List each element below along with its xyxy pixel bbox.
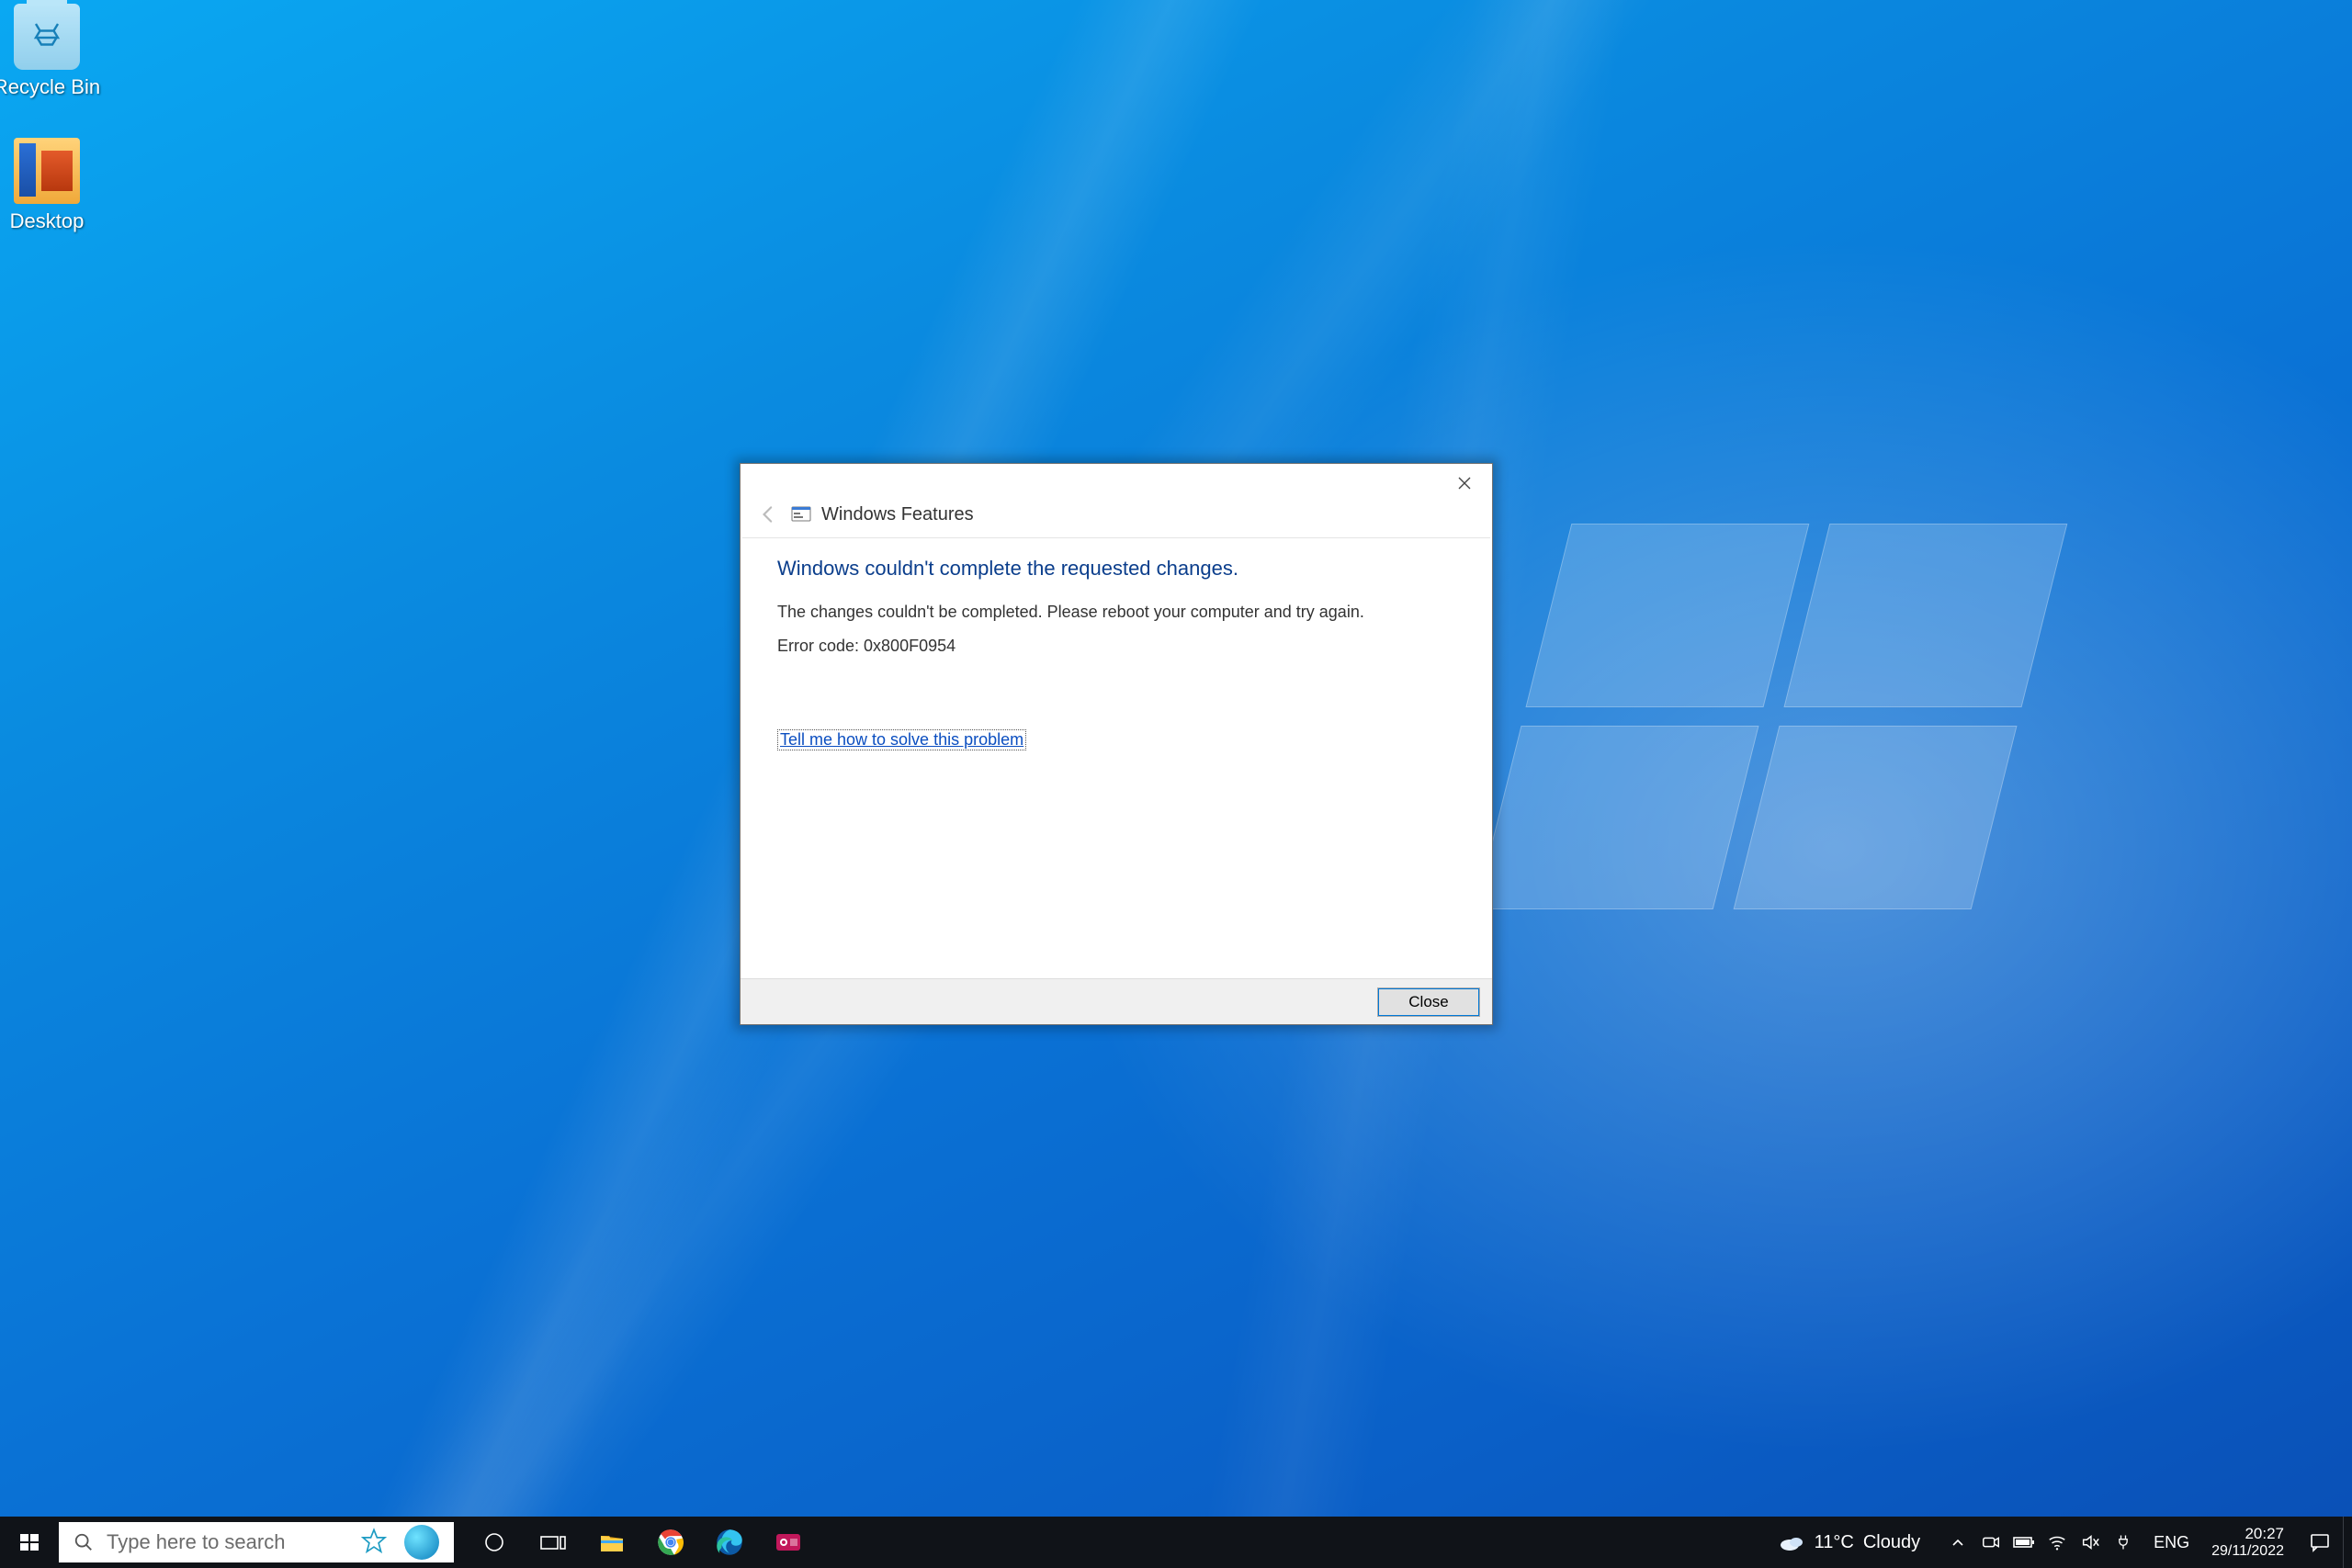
taskbar-weather[interactable]: 11°C Cloudy bbox=[1761, 1517, 1937, 1568]
desktop-icon-desktop[interactable]: Desktop bbox=[0, 138, 116, 233]
dialog-body: Windows couldn't complete the requested … bbox=[741, 538, 1492, 978]
search-globe-icon[interactable] bbox=[404, 1525, 439, 1560]
tray-wifi[interactable] bbox=[2041, 1527, 2073, 1558]
volume-muted-icon bbox=[2080, 1532, 2100, 1552]
recycle-bin-icon bbox=[14, 4, 80, 70]
desktop-icon-recycle-bin[interactable]: Recycle Bin bbox=[0, 4, 116, 99]
taskbar-app-file-explorer[interactable] bbox=[582, 1517, 641, 1568]
weather-temp: 11°C bbox=[1815, 1532, 1854, 1553]
system-tray bbox=[1937, 1517, 2144, 1568]
dialog-header: Windows Features bbox=[741, 502, 1492, 532]
taskbar-clock[interactable]: 20:27 29/11/2022 bbox=[2199, 1525, 2297, 1560]
recorder-icon bbox=[775, 1529, 802, 1556]
file-explorer-icon bbox=[598, 1529, 626, 1556]
taskbar-app-edge[interactable] bbox=[700, 1517, 759, 1568]
windows-logo-icon bbox=[18, 1531, 40, 1553]
dialog-help-link[interactable]: Tell me how to solve this problem bbox=[777, 729, 1026, 750]
windows-features-dialog: Windows Features Windows couldn't comple… bbox=[740, 463, 1493, 1025]
chrome-icon bbox=[657, 1529, 684, 1556]
tray-meet-now[interactable] bbox=[1975, 1527, 2007, 1558]
desktop-icon-label: Desktop bbox=[0, 209, 116, 233]
action-center-button[interactable] bbox=[2297, 1517, 2343, 1568]
language-indicator[interactable]: ENG bbox=[2144, 1517, 2199, 1568]
dialog-heading: Windows couldn't complete the requested … bbox=[777, 557, 1455, 581]
meet-now-icon bbox=[1981, 1532, 2001, 1552]
power-plug-icon bbox=[2114, 1533, 2132, 1551]
search-placeholder: Type here to search bbox=[107, 1530, 344, 1554]
clock-date: 29/11/2022 bbox=[2211, 1543, 2284, 1560]
tray-power[interactable] bbox=[2108, 1527, 2139, 1558]
tray-volume[interactable] bbox=[2075, 1527, 2106, 1558]
dialog-message: The changes couldn't be completed. Pleas… bbox=[777, 603, 1455, 622]
taskbar-app-chrome[interactable] bbox=[641, 1517, 700, 1568]
tray-battery[interactable] bbox=[2008, 1527, 2040, 1558]
task-view-button[interactable] bbox=[524, 1517, 582, 1568]
show-desktop-button[interactable] bbox=[2343, 1517, 2352, 1568]
close-icon bbox=[1457, 476, 1472, 491]
dialog-titlebar bbox=[741, 464, 1492, 502]
language-label: ENG bbox=[2154, 1533, 2189, 1552]
search-highlight-icon[interactable] bbox=[356, 1525, 391, 1560]
dialog-title: Windows Features bbox=[821, 504, 974, 525]
weather-condition: Cloudy bbox=[1863, 1532, 1920, 1553]
chevron-up-icon bbox=[1951, 1535, 1965, 1550]
desktop-folder-icon bbox=[14, 138, 80, 204]
cortana-icon bbox=[483, 1531, 505, 1553]
back-arrow-icon bbox=[757, 502, 781, 526]
taskbar: Type here to search bbox=[0, 1517, 2352, 1568]
wifi-icon bbox=[2047, 1532, 2067, 1552]
dialog-close-button[interactable] bbox=[1437, 464, 1492, 502]
notification-icon bbox=[2309, 1531, 2331, 1553]
close-button[interactable]: Close bbox=[1378, 988, 1479, 1016]
edge-icon bbox=[716, 1529, 743, 1556]
start-button[interactable] bbox=[0, 1517, 59, 1568]
cortana-button[interactable] bbox=[465, 1517, 524, 1568]
dialog-footer: Close bbox=[741, 978, 1492, 1024]
tray-overflow-button[interactable] bbox=[1942, 1527, 1973, 1558]
task-view-icon bbox=[540, 1531, 566, 1553]
clock-time: 20:27 bbox=[2211, 1525, 2284, 1543]
search-icon bbox=[74, 1532, 94, 1552]
taskbar-search[interactable]: Type here to search bbox=[59, 1522, 454, 1562]
battery-icon bbox=[2013, 1535, 2035, 1550]
wallpaper-windows-logo bbox=[1476, 524, 2068, 909]
taskbar-app-recorder[interactable] bbox=[759, 1517, 818, 1568]
weather-cloudy-icon bbox=[1778, 1529, 1805, 1556]
desktop-icon-label: Recycle Bin bbox=[0, 75, 116, 99]
dialog-error-code: Error code: 0x800F0954 bbox=[777, 637, 1455, 656]
windows-features-icon bbox=[790, 503, 812, 525]
